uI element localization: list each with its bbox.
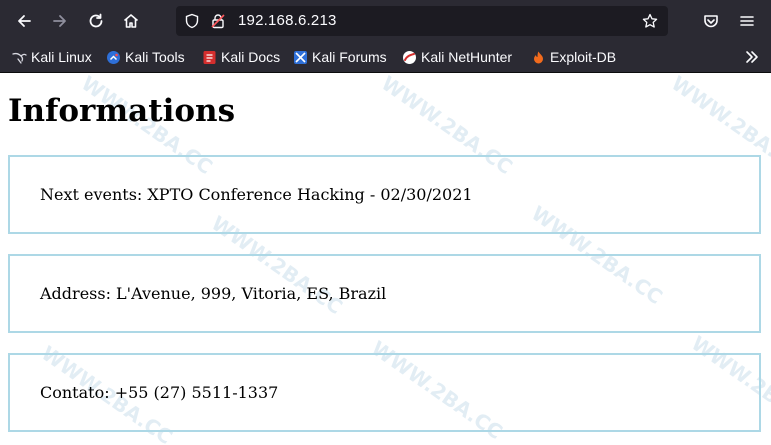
pocket-icon — [704, 15, 718, 28]
page-title: Informations — [8, 93, 236, 129]
bookmark-label: Kali Docs — [221, 49, 281, 65]
forward-button[interactable] — [48, 9, 72, 33]
pocket-button[interactable] — [699, 9, 723, 33]
bookmarks-overflow-button[interactable] — [743, 48, 761, 66]
bookmarks-toolbar: Kali Linux Kali Tools Kali Docs Kali For… — [0, 42, 771, 73]
insecure-lock-icon[interactable] — [210, 13, 226, 29]
reload-button[interactable] — [84, 9, 108, 33]
tracking-shield-icon[interactable] — [184, 13, 200, 29]
bookmark-label: Kali Forums — [312, 49, 387, 65]
info-text-address: Address: L'Avenue, 999, Vitoria, ES, Bra… — [40, 284, 387, 303]
info-text-contact: Contato: +55 (27) 5511-1337 — [40, 383, 279, 402]
bookmark-kali-forums[interactable]: Kali Forums — [293, 48, 387, 66]
bookmark-label: Kali Linux — [31, 49, 92, 65]
bookmark-kali-docs[interactable]: Kali Docs — [202, 48, 280, 66]
menu-button[interactable] — [735, 9, 759, 33]
bookmark-label: Exploit-DB — [550, 49, 617, 65]
page-content: WWW.2BA.CC WWW.2BA.CC WWW.2BA.CC WWW.2BA… — [0, 73, 771, 445]
bookmark-label: Kali Tools — [125, 49, 185, 65]
kali-docs-icon — [202, 50, 217, 65]
arrow-left-icon — [18, 15, 31, 27]
bookmark-exploit-db[interactable]: Exploit-DB — [531, 48, 616, 66]
exploit-db-icon — [531, 50, 546, 65]
kali-tools-icon — [106, 50, 121, 65]
kali-forums-icon — [293, 50, 308, 65]
bookmark-star-icon[interactable] — [642, 13, 658, 29]
bookmark-label: Kali NetHunter — [421, 49, 513, 65]
info-box-contact: Contato: +55 (27) 5511-1337 — [8, 353, 761, 432]
home-icon — [123, 14, 139, 28]
bookmark-kali-nethunter[interactable]: Kali NetHunter — [402, 48, 512, 66]
home-button[interactable] — [119, 9, 143, 33]
back-button[interactable] — [12, 9, 36, 33]
browser-toolbar: 192.168.6.213 — [0, 0, 771, 42]
bookmark-kali-linux[interactable]: Kali Linux — [12, 48, 92, 66]
info-box-events: Next events: XPTO Conference Hacking - 0… — [8, 155, 761, 234]
arrow-right-icon — [53, 15, 66, 27]
hamburger-menu-icon — [740, 16, 754, 26]
reload-icon — [89, 13, 103, 28]
kali-dragon-icon — [12, 50, 27, 65]
kali-nethunter-icon — [402, 50, 417, 65]
info-box-address: Address: L'Avenue, 999, Vitoria, ES, Bra… — [8, 254, 761, 333]
address-bar[interactable]: 192.168.6.213 — [176, 6, 668, 36]
info-text-events: Next events: XPTO Conference Hacking - 0… — [40, 185, 473, 204]
bookmark-kali-tools[interactable]: Kali Tools — [106, 48, 185, 66]
double-chevron-right-icon — [746, 51, 758, 63]
url-text[interactable]: 192.168.6.213 — [238, 12, 337, 29]
